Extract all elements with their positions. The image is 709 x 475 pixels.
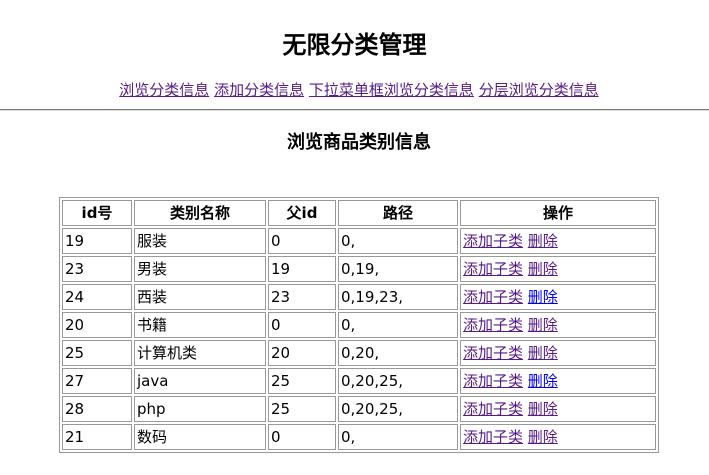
delete-link[interactable]: 删除 <box>528 428 558 446</box>
delete-link[interactable]: 删除 <box>528 316 558 334</box>
cell-actions: 添加子类 删除 <box>460 396 656 422</box>
cell-id: 19 <box>62 228 132 254</box>
nav-link-layered-browse[interactable]: 分层浏览分类信息 <box>479 81 599 99</box>
cell-id: 28 <box>62 396 132 422</box>
page: 无限分类管理 浏览分类信息 添加分类信息 下拉菜单框浏览分类信息 分层浏览分类信… <box>0 0 709 475</box>
add-child-link[interactable]: 添加子类 <box>463 400 523 418</box>
cell-path: 0, <box>338 228 458 254</box>
cell-path: 0, <box>338 424 458 450</box>
horizontal-rule <box>0 109 709 111</box>
cell-name: java <box>134 368 266 394</box>
cell-pid: 23 <box>268 284 336 310</box>
add-child-link[interactable]: 添加子类 <box>463 372 523 390</box>
table-body: 19 服装 0 0, 添加子类 删除 23 男装 19 0,19, 添加子类 删除 24 西装 23 0,… <box>62 228 656 450</box>
header-path: 路径 <box>338 200 458 226</box>
cell-id: 23 <box>62 256 132 282</box>
cell-name: 男装 <box>134 256 266 282</box>
delete-link[interactable]: 删除 <box>528 372 558 390</box>
cell-actions: 添加子类 删除 <box>460 228 656 254</box>
delete-link[interactable]: 删除 <box>528 260 558 278</box>
cell-id: 21 <box>62 424 132 450</box>
cell-pid: 0 <box>268 228 336 254</box>
cell-path: 0,20,25, <box>338 396 458 422</box>
delete-link[interactable]: 删除 <box>528 232 558 250</box>
cell-name: 服装 <box>134 228 266 254</box>
cell-id: 25 <box>62 340 132 366</box>
cell-pid: 20 <box>268 340 336 366</box>
table-row: 24 西装 23 0,19,23, 添加子类 删除 <box>62 284 656 310</box>
cell-path: 0,19,23, <box>338 284 458 310</box>
cell-actions: 添加子类 删除 <box>460 312 656 338</box>
cell-id: 27 <box>62 368 132 394</box>
cell-pid: 0 <box>268 424 336 450</box>
cell-name: php <box>134 396 266 422</box>
header-id: id号 <box>62 200 132 226</box>
cell-path: 0, <box>338 312 458 338</box>
cell-path: 0,20, <box>338 340 458 366</box>
cell-actions: 添加子类 删除 <box>460 368 656 394</box>
delete-link[interactable]: 删除 <box>528 344 558 362</box>
table-header-row: id号 类别名称 父id 路径 操作 <box>62 200 656 226</box>
table-row: 27 java 25 0,20,25, 添加子类 删除 <box>62 368 656 394</box>
section-title: 浏览商品类别信息 <box>287 132 431 153</box>
header-pid: 父id <box>268 200 336 226</box>
cell-actions: 添加子类 删除 <box>460 284 656 310</box>
cell-name: 计算机类 <box>134 340 266 366</box>
add-child-link[interactable]: 添加子类 <box>463 428 523 446</box>
add-child-link[interactable]: 添加子类 <box>463 316 523 334</box>
cell-id: 24 <box>62 284 132 310</box>
page-title: 无限分类管理 <box>282 31 427 59</box>
cell-path: 0,19, <box>338 256 458 282</box>
cell-path: 0,20,25, <box>338 368 458 394</box>
cell-actions: 添加子类 删除 <box>460 340 656 366</box>
table-row: 28 php 25 0,20,25, 添加子类 删除 <box>62 396 656 422</box>
cell-id: 20 <box>62 312 132 338</box>
table-row: 25 计算机类 20 0,20, 添加子类 删除 <box>62 340 656 366</box>
cell-name: 西装 <box>134 284 266 310</box>
cell-actions: 添加子类 删除 <box>460 256 656 282</box>
table-row: 19 服装 0 0, 添加子类 删除 <box>62 228 656 254</box>
nav-link-browse[interactable]: 浏览分类信息 <box>119 81 209 99</box>
table-row: 23 男装 19 0,19, 添加子类 删除 <box>62 256 656 282</box>
header-name: 类别名称 <box>134 200 266 226</box>
add-child-link[interactable]: 添加子类 <box>463 344 523 362</box>
cell-pid: 0 <box>268 312 336 338</box>
delete-link[interactable]: 删除 <box>528 288 558 306</box>
table-row: 20 书籍 0 0, 添加子类 删除 <box>62 312 656 338</box>
table-row: 21 数码 0 0, 添加子类 删除 <box>62 424 656 450</box>
add-child-link[interactable]: 添加子类 <box>463 232 523 250</box>
nav-bar: 浏览分类信息 添加分类信息 下拉菜单框浏览分类信息 分层浏览分类信息 <box>0 79 709 101</box>
cell-actions: 添加子类 删除 <box>460 424 656 450</box>
nav-link-dropdown-browse[interactable]: 下拉菜单框浏览分类信息 <box>309 81 474 99</box>
add-child-link[interactable]: 添加子类 <box>463 288 523 306</box>
cell-name: 书籍 <box>134 312 266 338</box>
cell-pid: 19 <box>268 256 336 282</box>
cell-pid: 25 <box>268 368 336 394</box>
add-child-link[interactable]: 添加子类 <box>463 260 523 278</box>
category-table: id号 类别名称 父id 路径 操作 19 服装 0 0, 添加子类 删除 23 男装 19 0… <box>59 197 659 453</box>
header-actions: 操作 <box>460 200 656 226</box>
cell-pid: 25 <box>268 396 336 422</box>
cell-name: 数码 <box>134 424 266 450</box>
nav-link-add[interactable]: 添加分类信息 <box>214 81 304 99</box>
delete-link[interactable]: 删除 <box>528 400 558 418</box>
